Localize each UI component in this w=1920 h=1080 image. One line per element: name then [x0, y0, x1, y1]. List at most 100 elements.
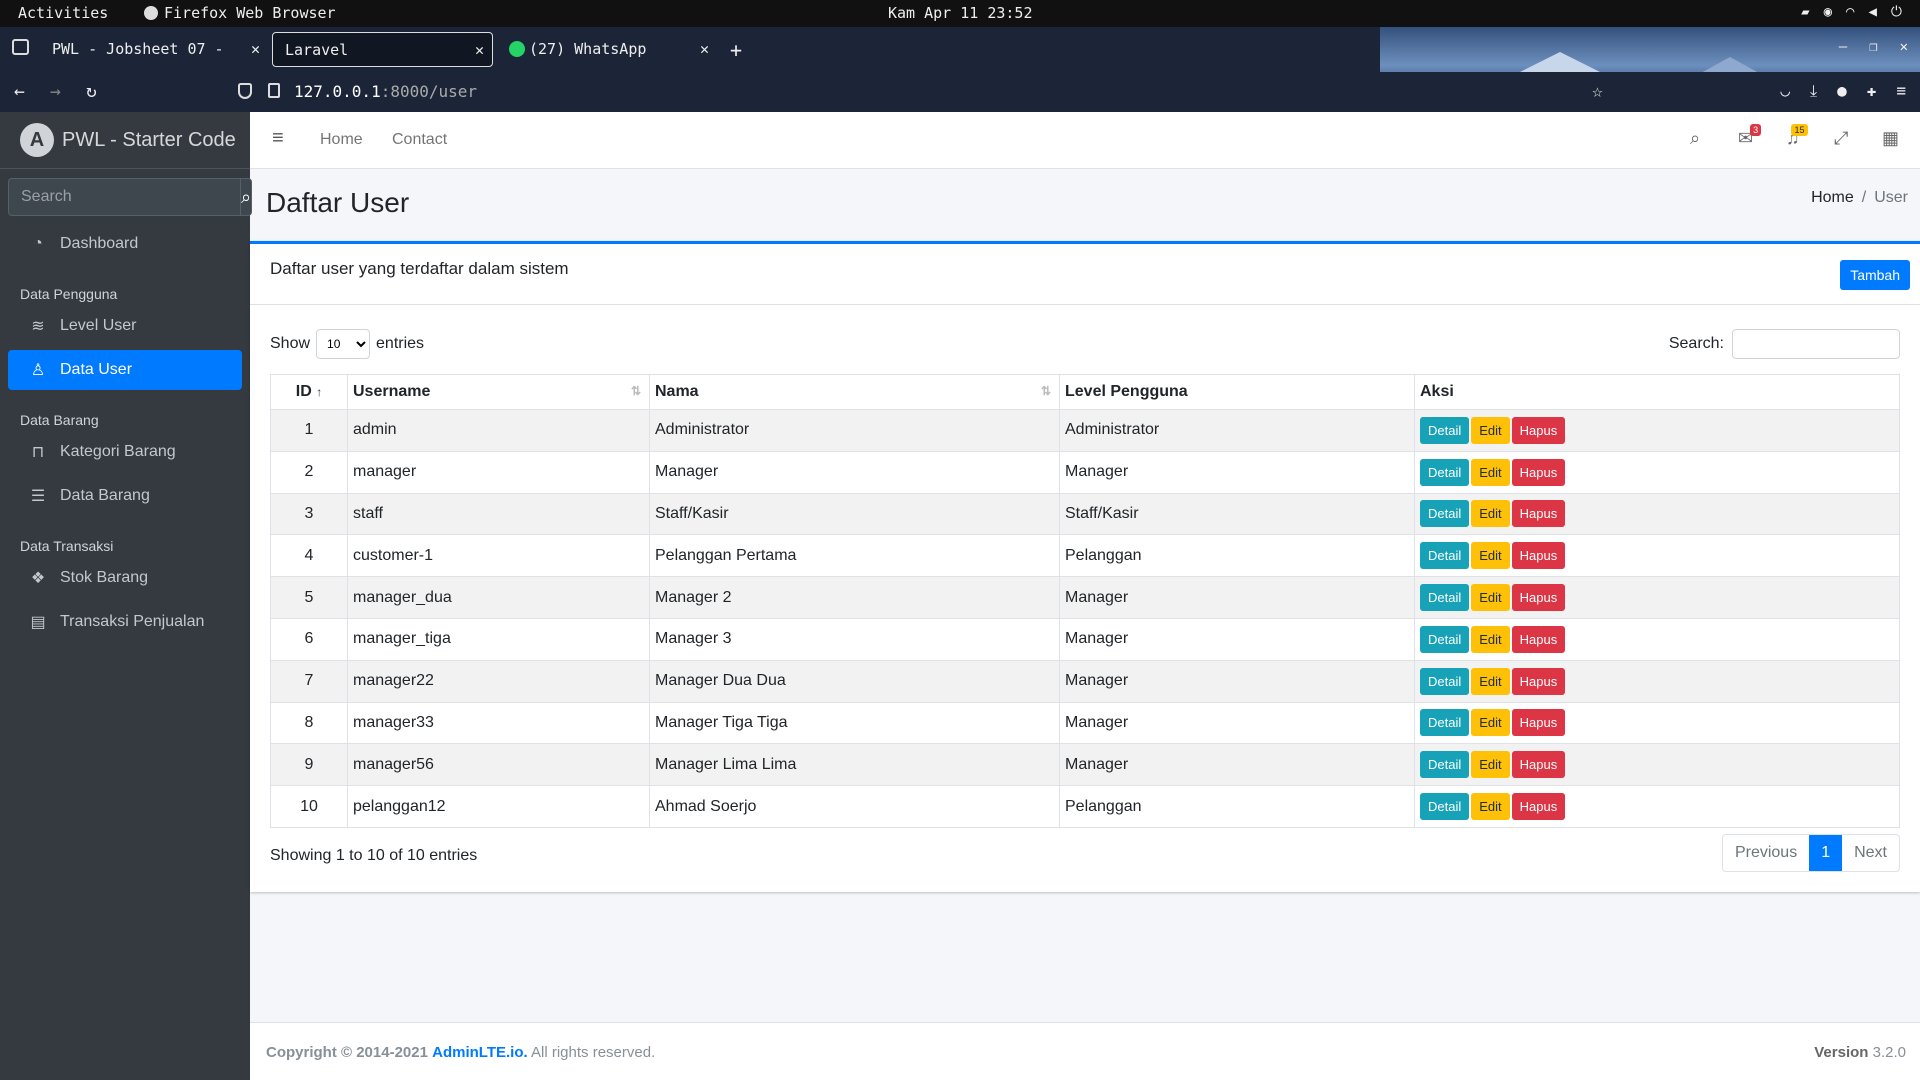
edit-button[interactable]: Edit — [1471, 458, 1510, 486]
delete-button[interactable]: Hapus — [1511, 500, 1566, 528]
clock[interactable]: Kam Apr 11 23:52 — [888, 4, 1033, 22]
sidebar-item-level-user[interactable]: ≋ Level User — [8, 306, 242, 346]
fullscreen-icon[interactable]: ⤢ — [1834, 128, 1848, 149]
delete-button[interactable]: Hapus — [1511, 542, 1566, 570]
restore-button[interactable]: ❐ — [1869, 39, 1877, 55]
column-header-nama[interactable]: Nama ⇅ — [649, 374, 1060, 410]
detail-button[interactable]: Detail — [1420, 458, 1470, 486]
cell-nama: Manager Lima Lima — [649, 743, 1060, 787]
notifications-bell-icon[interactable]: ♫ 15 — [1786, 124, 1808, 149]
edit-button[interactable]: Edit — [1471, 584, 1510, 612]
tab-list-icon[interactable] — [12, 39, 29, 55]
tab-jobsheet[interactable]: PWL - Jobsheet 07 - ✕ — [40, 32, 268, 67]
edit-button[interactable]: Edit — [1471, 709, 1510, 737]
discord-icon[interactable]: ◉ — [1824, 4, 1832, 20]
menu-icon[interactable]: ≡ — [1896, 81, 1906, 101]
detail-button[interactable]: Detail — [1420, 751, 1470, 779]
edit-button[interactable]: Edit — [1471, 793, 1510, 821]
back-arrow-icon[interactable]: ← — [14, 81, 25, 102]
pocket-icon[interactable]: ◡ — [1780, 81, 1790, 101]
column-header-username[interactable]: Username ⇅ — [347, 374, 650, 410]
table-row: 7 manager22 Manager Dua Dua Manager Detail Ed… — [270, 659, 1900, 703]
nav-home-link[interactable]: Home — [320, 131, 363, 149]
cell-level: Administrator — [1059, 409, 1415, 452]
download-icon[interactable]: ⤓ — [1810, 81, 1817, 101]
cell-aksi: Detail Edit Hapus — [1414, 450, 1900, 494]
detail-button[interactable]: Detail — [1420, 709, 1470, 737]
edit-button[interactable]: Edit — [1471, 751, 1510, 779]
close-icon[interactable]: ✕ — [475, 41, 484, 59]
delete-button[interactable]: Hapus — [1511, 793, 1566, 821]
bookmark-star-icon[interactable]: ☆ — [1592, 81, 1603, 102]
delete-button[interactable]: Hapus — [1511, 416, 1566, 444]
sidebar-item-transaksi-penjualan[interactable]: ▤ Transaksi Penjualan — [8, 602, 242, 642]
sidebar-item-data-barang[interactable]: ☰ Data Barang — [8, 476, 242, 516]
delete-button[interactable]: Hapus — [1511, 625, 1566, 653]
detail-button[interactable]: Detail — [1420, 793, 1470, 821]
sidebar-item-dashboard[interactable]: ◔ Dashboard — [8, 224, 242, 264]
close-icon[interactable]: ✕ — [700, 40, 709, 58]
delete-button[interactable]: Hapus — [1511, 709, 1566, 737]
sidebar-search-input[interactable] — [8, 178, 240, 216]
reload-icon[interactable]: ↻ — [86, 81, 97, 102]
table-body: 1 admin Administrator Administrator Detail Ed… — [270, 409, 1900, 828]
activities-button[interactable]: Activities — [18, 4, 108, 22]
delete-button[interactable]: Hapus — [1511, 667, 1566, 695]
tab-laravel[interactable]: Laravel ✕ — [272, 32, 493, 67]
previous-page-button[interactable]: Previous — [1723, 835, 1809, 871]
volume-icon[interactable]: ◀ — [1868, 4, 1876, 20]
sidebar-item-kategori-barang[interactable]: ⊓ Kategori Barang — [8, 432, 242, 472]
datatable-info: Showing 1 to 10 of 10 entries — [270, 847, 478, 864]
messages-icon[interactable]: ✉ 3 — [1738, 124, 1762, 149]
detail-button[interactable]: Detail — [1420, 416, 1470, 444]
address-bar[interactable]: 127.0.0.1:8000/user — [294, 82, 477, 101]
docker-icon[interactable]: ▰ — [1801, 4, 1809, 20]
wifi-icon[interactable]: ◠ — [1846, 4, 1854, 20]
system-tray[interactable]: ▰ ◉ ◠ ◀ ⏻ — [1801, 4, 1902, 20]
edit-button[interactable]: Edit — [1471, 542, 1510, 570]
sidebar-item-data-user[interactable]: ♙ Data User — [8, 350, 242, 390]
detail-button[interactable]: Detail — [1420, 667, 1470, 695]
page-1-button[interactable]: 1 — [1809, 835, 1843, 871]
edit-button[interactable]: Edit — [1471, 625, 1510, 653]
detail-button[interactable]: Detail — [1420, 542, 1470, 570]
add-user-button[interactable]: Tambah — [1840, 260, 1910, 290]
brand-link[interactable]: A PWL - Starter Code — [0, 112, 250, 169]
cell-level: Staff/Kasir — [1059, 492, 1415, 536]
shield-icon[interactable] — [238, 83, 252, 99]
detail-button[interactable]: Detail — [1420, 500, 1470, 528]
app-menu[interactable]: Firefox Web Browser — [144, 4, 336, 22]
tab-whatsapp[interactable]: (27) WhatsApp ✕ — [497, 32, 717, 67]
adminlte-link[interactable]: AdminLTE.io. — [432, 1044, 528, 1061]
close-icon[interactable]: ✕ — [251, 40, 260, 58]
next-page-button[interactable]: Next — [1842, 835, 1899, 871]
edit-button[interactable]: Edit — [1471, 416, 1510, 444]
entries-select[interactable]: 10 — [316, 329, 371, 359]
extensions-icon[interactable]: ✚ — [1867, 81, 1877, 101]
edit-button[interactable]: Edit — [1471, 667, 1510, 695]
detail-button[interactable]: Detail — [1420, 584, 1470, 612]
minimize-button[interactable]: — — [1839, 39, 1847, 55]
delete-button[interactable]: Hapus — [1511, 458, 1566, 486]
delete-button[interactable]: Hapus — [1511, 751, 1566, 779]
close-window-button[interactable]: ✕ — [1900, 39, 1908, 55]
search-icon[interactable]: ⌕ — [1690, 128, 1700, 149]
detail-button[interactable]: Detail — [1420, 625, 1470, 653]
column-header-id[interactable]: ID ↑ — [270, 374, 348, 410]
account-icon[interactable]: ● — [1837, 81, 1847, 101]
edit-button[interactable]: Edit — [1471, 500, 1510, 528]
cell-nama: Staff/Kasir — [649, 492, 1060, 536]
table-search-input[interactable] — [1732, 329, 1900, 359]
sidebar-item-stok-barang[interactable]: ❖ Stok Barang — [8, 558, 242, 598]
column-header-level[interactable]: Level Pengguna — [1059, 374, 1415, 410]
new-tab-button[interactable]: + — [730, 38, 742, 62]
sidebar-item-label: Kategori Barang — [60, 443, 176, 460]
breadcrumb-home[interactable]: Home — [1811, 189, 1854, 206]
power-icon[interactable]: ⏻ — [1891, 4, 1902, 20]
user-icon: ♙ — [30, 362, 46, 379]
nav-contact-link[interactable]: Contact — [392, 131, 447, 149]
forward-arrow-icon[interactable]: → — [50, 81, 61, 102]
hamburger-menu-icon[interactable]: ≡ — [272, 127, 284, 150]
delete-button[interactable]: Hapus — [1511, 584, 1566, 612]
control-sidebar-icon[interactable]: ▦ — [1882, 128, 1899, 149]
